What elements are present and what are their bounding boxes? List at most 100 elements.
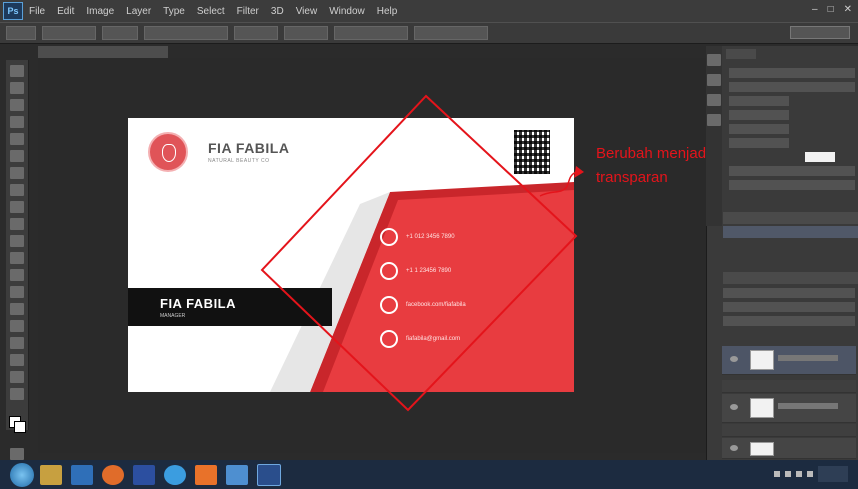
eraser-tool-icon[interactable] bbox=[10, 235, 24, 247]
menu-window[interactable]: Window bbox=[329, 6, 365, 17]
text-color-swatch[interactable] bbox=[805, 152, 835, 162]
option-button[interactable] bbox=[234, 26, 278, 40]
panel-icon[interactable] bbox=[707, 74, 721, 86]
menu-layer[interactable]: Layer bbox=[126, 6, 151, 17]
background-color-swatch[interactable] bbox=[14, 421, 26, 433]
pen-tool-icon[interactable] bbox=[10, 303, 24, 315]
network-icon[interactable] bbox=[785, 471, 791, 477]
eye-icon[interactable] bbox=[730, 445, 738, 451]
menu-3d[interactable]: 3D bbox=[271, 6, 284, 17]
app-icon[interactable] bbox=[195, 464, 217, 485]
card-background-art bbox=[128, 182, 574, 392]
healing-tool-icon[interactable] bbox=[10, 167, 24, 179]
text-options-row[interactable] bbox=[729, 180, 855, 190]
layer-row[interactable] bbox=[722, 424, 856, 437]
panel-icon[interactable] bbox=[707, 94, 721, 106]
panel-icon[interactable] bbox=[707, 54, 721, 66]
contact-text: +1 1 23456 7890 bbox=[406, 268, 452, 274]
qr-code bbox=[514, 130, 550, 174]
blend-mode-row[interactable] bbox=[723, 302, 855, 312]
photoshop-taskbar-icon[interactable] bbox=[257, 463, 281, 486]
menu-image[interactable]: Image bbox=[86, 6, 114, 17]
layer-filter-row[interactable] bbox=[723, 288, 855, 298]
zoom-tool-icon[interactable] bbox=[10, 388, 24, 400]
menu-type[interactable]: Type bbox=[163, 6, 185, 17]
tool-preset-button[interactable] bbox=[6, 26, 36, 40]
eye-icon[interactable] bbox=[730, 356, 738, 362]
gradient-tool-icon[interactable] bbox=[10, 252, 24, 264]
type-tool-icon[interactable] bbox=[10, 320, 24, 332]
menu-view[interactable]: View bbox=[296, 6, 318, 17]
home-icon bbox=[380, 262, 398, 280]
app-icon[interactable] bbox=[133, 464, 155, 485]
tab-paragraph[interactable] bbox=[762, 49, 793, 59]
scale-field[interactable] bbox=[729, 138, 789, 148]
quick-select-tool-icon[interactable] bbox=[10, 116, 24, 128]
marquee-tool-icon[interactable] bbox=[10, 82, 24, 94]
layer-row[interactable] bbox=[722, 438, 856, 459]
person-title: MANAGER bbox=[160, 313, 186, 319]
lasso-tool-icon[interactable] bbox=[10, 99, 24, 111]
contact-item: fiafabila@gmail.com bbox=[380, 330, 460, 348]
move-tool-icon[interactable] bbox=[10, 65, 24, 77]
menu-select[interactable]: Select bbox=[197, 6, 225, 17]
font-size-field[interactable] bbox=[729, 96, 789, 106]
eyedropper-tool-icon[interactable] bbox=[10, 150, 24, 162]
chrome-icon[interactable] bbox=[164, 464, 186, 485]
lock-fill-row[interactable] bbox=[723, 316, 855, 326]
company-name: FIA FABILA bbox=[208, 140, 290, 156]
document-tab[interactable] bbox=[38, 46, 168, 58]
volume-icon[interactable] bbox=[796, 471, 802, 477]
brush-tool-icon[interactable] bbox=[10, 184, 24, 196]
stamp-tool-icon[interactable] bbox=[10, 201, 24, 213]
app-icon[interactable] bbox=[226, 464, 248, 485]
tab-character[interactable] bbox=[726, 49, 756, 59]
menu-filter[interactable]: Filter bbox=[237, 6, 259, 17]
layer-row[interactable] bbox=[722, 346, 856, 375]
close-icon[interactable]: ✕ bbox=[844, 4, 852, 15]
blur-tool-icon[interactable] bbox=[10, 269, 24, 281]
media-player-icon[interactable] bbox=[71, 464, 93, 485]
history-brush-tool-icon[interactable] bbox=[10, 218, 24, 230]
workspace-select[interactable] bbox=[790, 26, 850, 39]
clock[interactable] bbox=[818, 466, 848, 482]
leading-field[interactable] bbox=[729, 110, 789, 120]
contact-item: +1 1 23456 7890 bbox=[380, 262, 451, 280]
facebook-icon bbox=[380, 296, 398, 314]
option-dropdown[interactable] bbox=[102, 26, 138, 40]
crop-tool-icon[interactable] bbox=[10, 133, 24, 145]
tray-arrow-icon[interactable] bbox=[774, 471, 780, 477]
minimize-icon[interactable]: – bbox=[812, 4, 818, 15]
eye-icon[interactable] bbox=[730, 404, 738, 410]
font-family-select[interactable] bbox=[729, 68, 855, 78]
start-button-icon[interactable] bbox=[10, 462, 34, 487]
file-explorer-icon[interactable] bbox=[40, 464, 62, 485]
option-button[interactable] bbox=[334, 26, 408, 40]
shape-tool-icon[interactable] bbox=[10, 354, 24, 366]
layer-name bbox=[778, 403, 838, 409]
flag-icon[interactable] bbox=[807, 471, 813, 477]
menu-help[interactable]: Help bbox=[377, 6, 398, 17]
option-dropdown[interactable] bbox=[42, 26, 96, 40]
menu-file[interactable]: File bbox=[29, 6, 45, 17]
option-button[interactable] bbox=[144, 26, 228, 40]
text-style-buttons[interactable] bbox=[729, 166, 855, 176]
hand-tool-icon[interactable] bbox=[10, 371, 24, 383]
layer-row[interactable] bbox=[722, 394, 856, 423]
option-button[interactable] bbox=[414, 26, 488, 40]
business-card: FIA FABILA NATURAL BEAUTY CO FIA FABILA … bbox=[128, 118, 574, 392]
menu-edit[interactable]: Edit bbox=[57, 6, 74, 17]
contact-item: +1 012 3456 7890 bbox=[380, 228, 455, 246]
color-swatches[interactable] bbox=[7, 414, 27, 434]
path-select-tool-icon[interactable] bbox=[10, 337, 24, 349]
font-style-select[interactable] bbox=[729, 82, 855, 92]
dodge-tool-icon[interactable] bbox=[10, 286, 24, 298]
contact-text: +1 012 3456 7890 bbox=[406, 234, 455, 240]
option-button[interactable] bbox=[284, 26, 328, 40]
panel-icon[interactable] bbox=[707, 114, 721, 126]
layer-row[interactable] bbox=[722, 380, 856, 393]
quick-mask-icon[interactable] bbox=[10, 448, 24, 460]
firefox-icon[interactable] bbox=[102, 464, 124, 485]
maximize-icon[interactable]: □ bbox=[828, 4, 834, 15]
tracking-field[interactable] bbox=[729, 124, 789, 134]
